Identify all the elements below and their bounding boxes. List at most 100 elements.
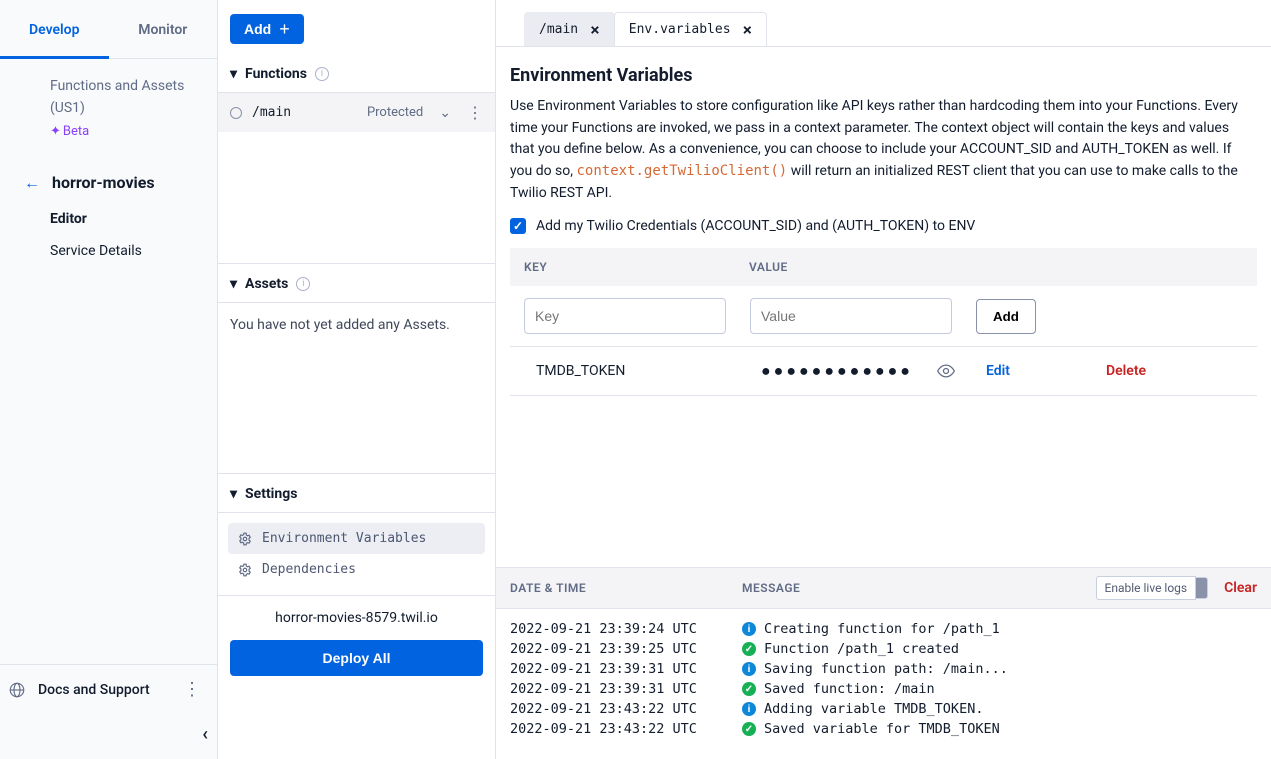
globe-icon — [8, 681, 26, 699]
sidebar-body: Functions and Assets (US1) ✦ Beta ← horr… — [0, 59, 217, 664]
info-icon[interactable]: i — [296, 277, 310, 291]
toggle-knob[interactable] — [1196, 577, 1208, 599]
logs-header-date: DATE & TIME — [510, 581, 742, 595]
success-icon: ✓ — [742, 642, 756, 656]
info-icon: i — [742, 622, 756, 636]
log-timestamp: 2022-09-21 23:39:25 UTC — [510, 641, 742, 657]
close-icon[interactable]: × — [743, 20, 753, 39]
docs-label: Docs and Support — [38, 682, 150, 698]
caret-down-icon: ▾ — [230, 486, 237, 502]
info-icon[interactable]: i — [315, 67, 329, 81]
more-vertical-icon[interactable]: ⋮ — [467, 103, 483, 122]
log-timestamp: 2022-09-21 23:43:22 UTC — [510, 721, 742, 737]
log-message: Saving function path: /main... — [764, 661, 1008, 677]
logs-body: 2022-09-21 23:39:24 UTCiCreating functio… — [496, 609, 1271, 759]
success-icon: ✓ — [742, 682, 756, 696]
info-icon: i — [742, 662, 756, 676]
caret-down-icon: ▾ — [230, 66, 237, 82]
service-name: horror-movies — [52, 173, 155, 192]
settings-section-header[interactable]: ▾ Settings — [218, 473, 495, 513]
key-input[interactable] — [524, 298, 726, 334]
tab-env-variables[interactable]: Env.variables × — [614, 12, 767, 46]
close-icon[interactable]: × — [590, 20, 600, 39]
log-timestamp: 2022-09-21 23:43:22 UTC — [510, 701, 742, 717]
eye-icon[interactable] — [936, 361, 986, 381]
chevron-down-icon[interactable]: ⌄ — [433, 105, 457, 121]
log-line: 2022-09-21 23:39:31 UTC✓ Saved function: … — [510, 679, 1257, 699]
arrow-left-icon: ← — [24, 173, 40, 193]
log-message: Saved variable for TMDB_TOKEN — [764, 721, 1000, 737]
assets-empty-message: You have not yet added any Assets. — [218, 303, 495, 347]
env-table-header: KEY VALUE — [510, 248, 1257, 286]
log-line: 2022-09-21 23:39:25 UTC✓ Function /path_1… — [510, 639, 1257, 659]
logs-header-message: MESSAGE — [742, 581, 1096, 595]
logs-header: DATE & TIME MESSAGE Enable live logs Cle… — [496, 567, 1271, 609]
delete-link[interactable]: Delete — [1106, 363, 1226, 379]
chevrons-left-icon: ‹‹ — [202, 724, 203, 745]
header-value: VALUE — [749, 260, 974, 274]
tab-develop[interactable]: Develop — [0, 0, 109, 59]
deploy-footer: horror-movies-8579.twil.io Deploy All — [218, 595, 495, 694]
add-button[interactable]: Add + — [230, 14, 304, 44]
sidebar: Develop Monitor Functions and Assets (US… — [0, 0, 218, 759]
clear-logs-button[interactable]: Clear — [1224, 580, 1257, 596]
collapse-sidebar-button[interactable]: ‹‹ — [0, 714, 217, 759]
tab-file-main[interactable]: /main × — [524, 12, 615, 46]
edit-link[interactable]: Edit — [986, 363, 1106, 379]
back-to-services[interactable]: ← horror-movies — [0, 163, 217, 203]
sidebar-item-editor[interactable]: Editor — [0, 203, 217, 235]
sparkle-icon: ✦ — [50, 122, 61, 143]
function-name: /main — [252, 105, 357, 120]
sidebar-item-service-details[interactable]: Service Details — [0, 235, 217, 267]
panel-title: Environment Variables — [510, 65, 1257, 86]
log-timestamp: 2022-09-21 23:39:31 UTC — [510, 661, 742, 677]
env-value-masked: ●●●●●●●●●●●● — [761, 361, 936, 381]
value-input[interactable] — [750, 298, 952, 334]
code-snippet: context.getTwilioClient() — [577, 163, 788, 179]
log-timestamp: 2022-09-21 23:39:31 UTC — [510, 681, 742, 697]
checkbox-label: Add my Twilio Credentials (ACCOUNT_SID) … — [536, 218, 975, 234]
editor-tabbar: /main × Env.variables × — [496, 0, 1271, 47]
radio-unselected-icon — [230, 107, 242, 119]
log-message: Saved function: /main — [764, 681, 935, 697]
service-url: horror-movies-8579.twil.io — [230, 610, 483, 626]
credentials-checkbox-row[interactable]: ✓ Add my Twilio Credentials (ACCOUNT_SID… — [510, 218, 1257, 234]
env-add-row: Add — [510, 286, 1257, 346]
context-product: Functions and Assets — [50, 75, 201, 97]
caret-down-icon: ▾ — [230, 276, 237, 292]
functions-section-header[interactable]: ▾ Functions i — [218, 54, 495, 93]
plus-icon: + — [279, 22, 290, 36]
log-message: Adding variable TMDB_TOKEN. — [764, 701, 983, 717]
log-timestamp: 2022-09-21 23:39:24 UTC — [510, 621, 742, 637]
checkbox-checked-icon[interactable]: ✓ — [510, 218, 526, 234]
assets-section-header[interactable]: ▾ Assets i — [218, 263, 495, 303]
env-key: TMDB_TOKEN — [536, 363, 761, 379]
function-visibility: Protected — [367, 105, 423, 120]
context-region: (US1) — [50, 97, 201, 119]
enable-live-logs-toggle[interactable]: Enable live logs — [1096, 576, 1197, 600]
log-line: 2022-09-21 23:43:22 UTC✓ Saved variable f… — [510, 719, 1257, 739]
gear-icon — [238, 532, 252, 546]
add-env-button[interactable]: Add — [976, 299, 1036, 334]
function-row-main[interactable]: /main Protected ⌄ ⋮ — [218, 93, 495, 132]
log-line: 2022-09-21 23:39:31 UTCi Saving function … — [510, 659, 1257, 679]
docs-and-support[interactable]: Docs and Support ⋮ — [0, 664, 217, 714]
deploy-all-button[interactable]: Deploy All — [230, 640, 483, 676]
more-vertical-icon[interactable]: ⋮ — [183, 679, 201, 700]
env-vars-panel: Environment Variables Use Environment Va… — [496, 47, 1271, 567]
info-icon: i — [742, 702, 756, 716]
header-key: KEY — [524, 260, 749, 274]
success-icon: ✓ — [742, 722, 756, 736]
settings-item-dependencies[interactable]: Dependencies — [228, 554, 485, 585]
editor-pane: /main × Env.variables × Environment Vari… — [496, 0, 1271, 759]
beta-badge: ✦ Beta — [50, 122, 89, 143]
log-line: 2022-09-21 23:39:24 UTCiCreating functio… — [510, 619, 1257, 639]
sidebar-context: Functions and Assets (US1) ✦ Beta — [0, 67, 217, 151]
settings-item-env-vars[interactable]: Environment Variables — [228, 523, 485, 554]
log-message: Function /path_1 created — [764, 641, 959, 657]
log-line: 2022-09-21 23:43:22 UTCi Adding variable … — [510, 699, 1257, 719]
panel-description: Use Environment Variables to store confi… — [510, 96, 1257, 204]
env-var-row: TMDB_TOKEN ●●●●●●●●●●●● Edit Delete — [510, 346, 1257, 396]
tab-monitor[interactable]: Monitor — [109, 0, 218, 58]
sidebar-tabs: Develop Monitor — [0, 0, 217, 59]
